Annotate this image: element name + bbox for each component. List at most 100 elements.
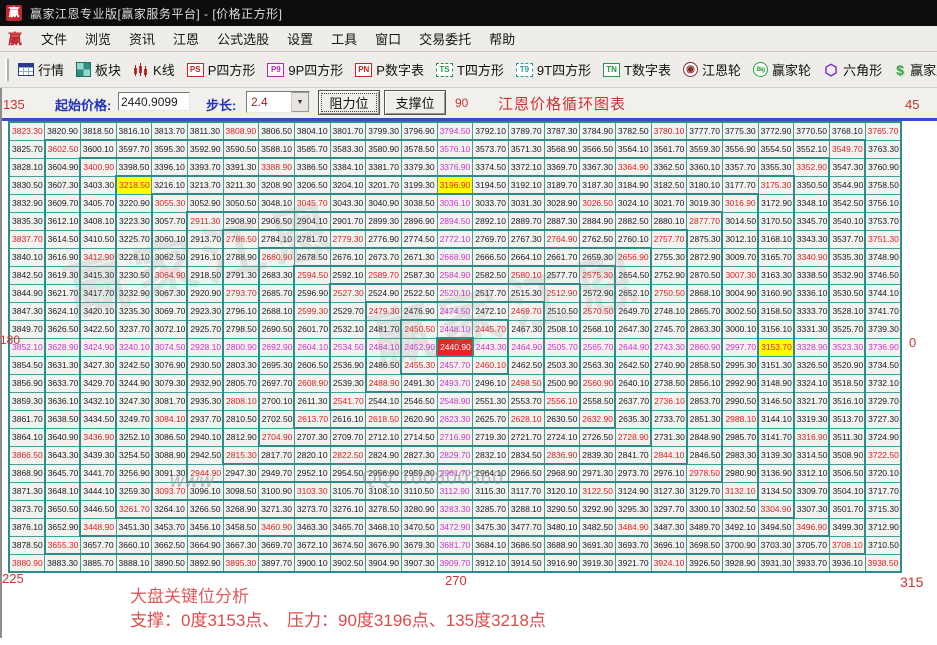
chevron-down-icon[interactable]: ▼ (291, 92, 309, 112)
price-cell: 2498.50 (508, 374, 544, 392)
price-cell: 2877.70 (687, 212, 723, 230)
price-cell: 3141.70 (758, 428, 794, 446)
price-cell: 3828.10 (9, 158, 45, 176)
toolbar-item[interactable]: ◉江恩轮 (683, 60, 741, 79)
menu-item[interactable]: 公式选股 (208, 26, 278, 51)
chart-title: 江恩价格循环图表 (498, 93, 626, 114)
toolbar-item[interactable]: PSP四方形 (187, 60, 256, 79)
price-cell: 3240.10 (116, 338, 152, 356)
price-cell: 3624.10 (45, 302, 81, 320)
price-cell: 3086.50 (152, 428, 188, 446)
price-cell: 2584.90 (437, 266, 473, 284)
price-cell: 3566.50 (580, 140, 616, 158)
toolbar-item[interactable]: TNT数字表 (603, 60, 671, 79)
toolbar-item[interactable]: K线 (133, 60, 175, 79)
price-cell: 3247.30 (116, 392, 152, 410)
price-cell: 3878.50 (9, 536, 45, 554)
toolbar-item[interactable]: ⬡六角形 (823, 60, 882, 79)
price-cell: 3588.10 (259, 140, 295, 158)
price-cell: 3552.10 (794, 140, 830, 158)
price-cell: 3444.10 (80, 482, 116, 500)
price-cell: 3535.30 (829, 248, 865, 266)
price-cell: 2937.70 (187, 410, 223, 428)
price-cell: 2640.10 (615, 374, 651, 392)
price-cell: 2738.50 (651, 374, 687, 392)
price-cell: 2930.50 (187, 356, 223, 374)
price-cell: 3806.50 (259, 122, 295, 140)
price-cell: 3213.70 (187, 176, 223, 194)
price-cell: 2769.70 (473, 230, 509, 248)
badge-box-icon: TS (436, 63, 453, 77)
price-cell: 3309.70 (794, 482, 830, 500)
price-cell: 3511.30 (829, 428, 865, 446)
toolbar-grip-icon[interactable] (5, 59, 9, 81)
price-cell: 3211.30 (223, 176, 259, 194)
highlight-price-cell: 3153.70 (758, 338, 794, 356)
price-cell: 3232.90 (116, 284, 152, 302)
menu-item[interactable]: 浏览 (76, 26, 120, 51)
price-cell: 3818.50 (80, 122, 116, 140)
toolbar-item[interactable]: P99P四方形 (267, 60, 343, 79)
toolbar-item[interactable]: T99T四方形 (516, 60, 591, 79)
price-cell: 2683.30 (259, 266, 295, 284)
price-cell: 3590.50 (223, 140, 259, 158)
price-cell: 3429.70 (80, 374, 116, 392)
menu-item[interactable]: 窗口 (366, 26, 410, 51)
price-cell: 3172.90 (758, 194, 794, 212)
price-cell: 2716.90 (437, 428, 473, 446)
toolbar-item[interactable]: TST四方形 (436, 60, 504, 79)
menu-item[interactable]: 江恩 (164, 26, 208, 51)
toolbar-item[interactable]: 行情 (18, 60, 64, 79)
menu-item[interactable]: 帮助 (480, 26, 524, 51)
resistance-button[interactable]: 阻力位 (318, 90, 380, 115)
toolbar-item[interactable]: $赢家服务 (894, 60, 937, 79)
start-price-input[interactable] (118, 92, 190, 111)
price-cell: 3825.70 (9, 140, 45, 158)
toolbar-item[interactable]: 板块 (76, 60, 121, 79)
price-cell: 3350.50 (794, 176, 830, 194)
price-cell: 2709.70 (330, 428, 366, 446)
menu-item[interactable]: 文件 (32, 26, 76, 51)
price-cell: 2916.10 (187, 248, 223, 266)
menu-item[interactable]: 工具 (322, 26, 366, 51)
price-cell: 3765.70 (865, 122, 901, 140)
price-cell: 2673.70 (366, 248, 402, 266)
menu-item[interactable]: 设置 (278, 26, 322, 51)
price-cell: 3244.90 (116, 374, 152, 392)
price-cell: 3259.30 (116, 482, 152, 500)
toolbar-item[interactable]: Big赢家轮 (753, 60, 811, 79)
menu-item[interactable]: 资讯 (120, 26, 164, 51)
price-cell: 3667.30 (223, 536, 259, 554)
price-cell: 3904.90 (366, 554, 402, 572)
price-cell: 3542.50 (829, 194, 865, 212)
menu-item[interactable]: 交易委托 (410, 26, 480, 51)
price-cell: 2503.30 (544, 356, 580, 374)
price-cell: 3228.10 (116, 248, 152, 266)
toolbar-item[interactable]: PNP数字表 (355, 60, 424, 79)
price-cell: 3480.10 (544, 518, 580, 536)
price-cell: 2594.50 (294, 266, 330, 284)
support-button[interactable]: 支撑位 (384, 90, 446, 115)
price-cell: 2786.50 (223, 230, 259, 248)
step-select[interactable]: 2.4 ▼ (246, 91, 310, 113)
price-cell: 3664.90 (187, 536, 223, 554)
price-cell: 3813.70 (152, 122, 188, 140)
price-cell: 2892.10 (473, 212, 509, 230)
price-cell: 3890.50 (152, 554, 188, 572)
price-cell: 2822.50 (330, 446, 366, 464)
price-cell: 3628.90 (45, 338, 81, 356)
price-cell: 3057.70 (152, 212, 188, 230)
price-cell: 3660.10 (116, 536, 152, 554)
price-cell: 3602.50 (45, 140, 81, 158)
price-cell: 2534.50 (330, 338, 366, 356)
price-cell: 2894.50 (437, 212, 473, 230)
price-cell: 3748.90 (865, 248, 901, 266)
price-cell: 2642.50 (615, 356, 651, 374)
price-cell: 2920.90 (187, 284, 223, 302)
toolbar-item-label: 9P四方形 (288, 60, 343, 79)
price-cell: 3290.50 (544, 500, 580, 518)
price-cell: 2580.10 (508, 266, 544, 284)
price-cell: 2860.90 (687, 338, 723, 356)
price-cell: 3199.30 (401, 176, 437, 194)
price-cell: 3208.90 (259, 176, 295, 194)
